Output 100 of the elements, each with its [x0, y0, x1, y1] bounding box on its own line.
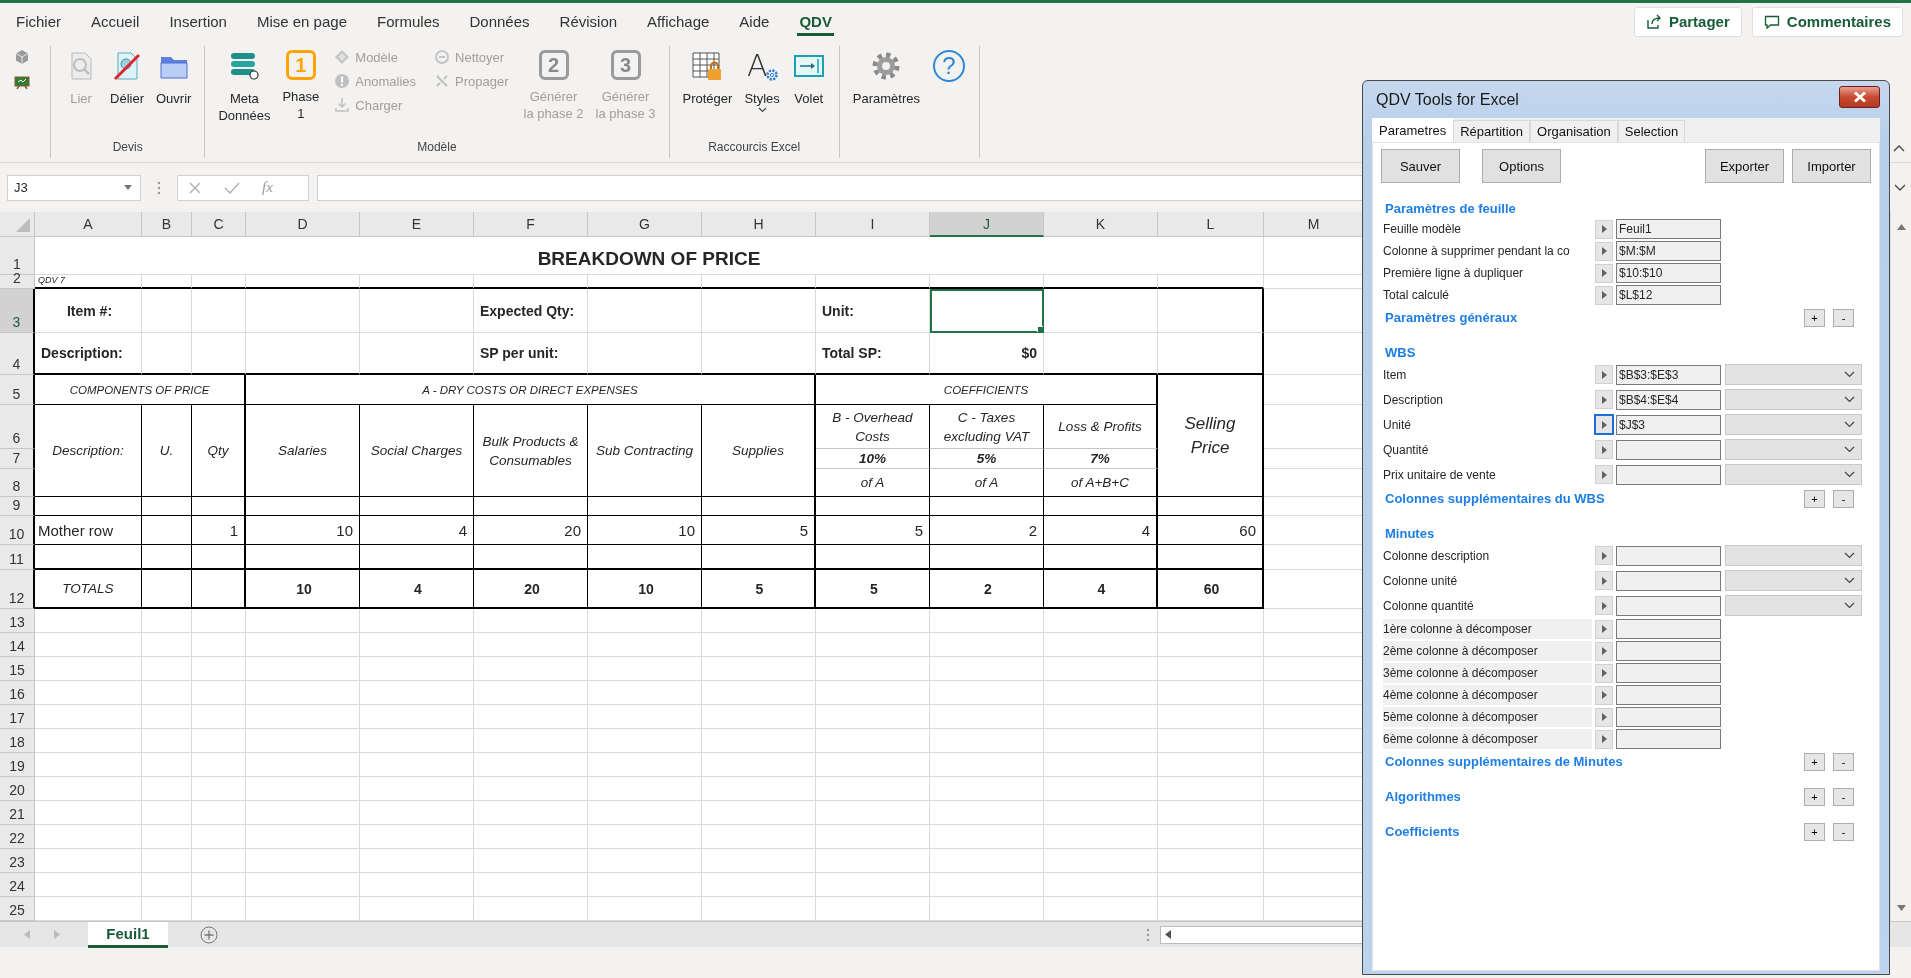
- range-field[interactable]: [1616, 729, 1721, 749]
- row-header[interactable]: 18: [0, 729, 35, 753]
- empty-cell[interactable]: [1044, 497, 1158, 516]
- toggle-button[interactable]: +: [1804, 308, 1825, 327]
- menu-tab[interactable]: Formules: [369, 7, 448, 36]
- range-field[interactable]: [1616, 595, 1721, 616]
- empty-cell[interactable]: [142, 516, 192, 545]
- active-cell[interactable]: [930, 289, 1044, 333]
- column-header[interactable]: L: [1158, 212, 1264, 237]
- name-box[interactable]: J3: [7, 174, 141, 201]
- empty-cell[interactable]: [1158, 333, 1264, 375]
- empty-cell[interactable]: [1158, 289, 1264, 333]
- menu-tab[interactable]: QDV: [791, 7, 840, 36]
- range-field[interactable]: [1616, 464, 1721, 485]
- range-field[interactable]: [1616, 570, 1721, 591]
- ribbon-button[interactable]: A Styles: [741, 46, 783, 117]
- panel-button[interactable]: Exporter: [1705, 149, 1784, 183]
- panel-tab[interactable]: Répartition: [1453, 120, 1531, 142]
- row-header[interactable]: 7: [0, 449, 35, 469]
- menu-tab[interactable]: Accueil: [83, 7, 148, 36]
- row-header[interactable]: 15: [0, 657, 35, 681]
- column-header[interactable]: E: [360, 212, 474, 237]
- range-field[interactable]: [1616, 707, 1721, 727]
- empty-cell[interactable]: [192, 497, 246, 516]
- column-header[interactable]: K: [1044, 212, 1158, 237]
- range-field[interactable]: $10:$10: [1616, 263, 1721, 283]
- row-header[interactable]: 21: [0, 801, 35, 825]
- column-header[interactable]: C: [192, 212, 246, 237]
- ribbon-button[interactable]: Paramètres: [849, 46, 923, 111]
- empty-cell[interactable]: [474, 497, 588, 516]
- row-header[interactable]: 17: [0, 705, 35, 729]
- ribbon-button[interactable]: 1 Phase 1: [279, 46, 323, 126]
- empty-cell[interactable]: [1044, 545, 1158, 570]
- row-header[interactable]: 25: [0, 897, 35, 921]
- close-button[interactable]: [1839, 85, 1880, 108]
- scroll-down-icon[interactable]: [1896, 905, 1906, 911]
- toggle-button[interactable]: -: [1833, 822, 1854, 841]
- menu-tab[interactable]: Révision: [551, 7, 626, 36]
- select-all-icon[interactable]: [16, 218, 30, 232]
- empty-cell[interactable]: [1158, 545, 1264, 570]
- row-header[interactable]: 14: [0, 633, 35, 657]
- add-sheet-icon[interactable]: [200, 925, 218, 944]
- empty-cell[interactable]: [1158, 497, 1264, 516]
- row-header[interactable]: 2: [0, 275, 35, 289]
- row-header[interactable]: 5: [0, 375, 35, 405]
- column-header[interactable]: I: [816, 212, 930, 237]
- empty-cell[interactable]: [702, 545, 816, 570]
- range-field[interactable]: $J$3: [1616, 414, 1721, 435]
- row-header[interactable]: 22: [0, 825, 35, 849]
- toggle-button[interactable]: -: [1833, 308, 1854, 327]
- row-header[interactable]: 10: [0, 516, 35, 545]
- ribbon-button[interactable]: Protéger: [679, 46, 736, 111]
- empty-cell[interactable]: [816, 545, 930, 570]
- ribbon-button[interactable]: Ouvrir: [153, 46, 195, 111]
- column-header[interactable]: B: [142, 212, 192, 237]
- menu-tab[interactable]: Insertion: [161, 7, 235, 36]
- empty-cell[interactable]: [588, 497, 702, 516]
- column-header[interactable]: G: [588, 212, 702, 237]
- panel-button[interactable]: Options: [1482, 149, 1561, 183]
- scroll-left-icon[interactable]: [1165, 930, 1171, 939]
- panel-button[interactable]: Importer: [1792, 149, 1871, 183]
- toggle-button[interactable]: +: [1804, 489, 1825, 508]
- menu-tab[interactable]: Affichage: [639, 7, 718, 36]
- panel-tab[interactable]: Parametres: [1372, 118, 1454, 142]
- header-button[interactable]: Partager: [1633, 6, 1742, 37]
- empty-cell[interactable]: [588, 545, 702, 570]
- menu-tab[interactable]: Fichier: [8, 7, 69, 36]
- column-header[interactable]: D: [246, 212, 360, 237]
- row-header[interactable]: 8: [0, 469, 35, 497]
- row-header[interactable]: 4: [0, 333, 35, 375]
- menu-tab[interactable]: Aide: [731, 7, 778, 36]
- row-header[interactable]: 20: [0, 777, 35, 801]
- column-header[interactable]: A: [35, 212, 142, 237]
- collapse-icon[interactable]: [1893, 144, 1905, 152]
- toggle-button[interactable]: +: [1804, 787, 1825, 806]
- empty-cell[interactable]: [142, 570, 192, 609]
- row-header[interactable]: 16: [0, 681, 35, 705]
- sheet-tab[interactable]: Feuil1: [88, 921, 168, 948]
- column-header[interactable]: M: [1264, 212, 1364, 237]
- check-icon[interactable]: [224, 180, 240, 195]
- empty-cell[interactable]: [360, 545, 474, 570]
- toggle-button[interactable]: +: [1804, 822, 1825, 841]
- empty-cell[interactable]: [360, 497, 474, 516]
- empty-cell[interactable]: [930, 545, 1044, 570]
- cancel-icon[interactable]: [188, 180, 202, 195]
- range-field[interactable]: [1616, 619, 1721, 639]
- scroll-right-icon[interactable]: [54, 930, 60, 939]
- toggle-button[interactable]: -: [1833, 752, 1854, 771]
- vertical-scrollbar[interactable]: [1890, 212, 1911, 921]
- toggle-button[interactable]: +: [1804, 752, 1825, 771]
- range-field[interactable]: $B$3:$E$3: [1616, 364, 1721, 385]
- empty-cell[interactable]: [246, 545, 360, 570]
- menu-tab[interactable]: Mise en page: [248, 7, 355, 36]
- row-header[interactable]: 24: [0, 873, 35, 897]
- panel-button[interactable]: Sauver: [1381, 149, 1460, 183]
- range-field[interactable]: [1616, 641, 1721, 661]
- toggle-button[interactable]: -: [1833, 787, 1854, 806]
- column-header[interactable]: H: [702, 212, 816, 237]
- empty-cell[interactable]: [816, 497, 930, 516]
- empty-cell[interactable]: [142, 497, 192, 516]
